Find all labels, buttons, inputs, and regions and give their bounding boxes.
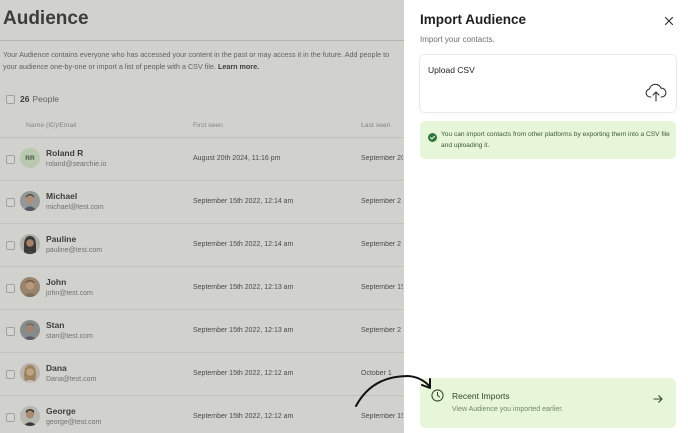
upload-csv-label: Upload CSV (428, 65, 475, 75)
recent-imports-button[interactable]: Recent Imports View Audience you importe… (420, 378, 676, 428)
info-text: You can import contacts from other platf… (441, 131, 670, 149)
clock-icon (431, 389, 444, 402)
cloud-upload-icon (644, 80, 668, 104)
info-notice: You can import contacts from other platf… (420, 121, 676, 159)
modal-backdrop[interactable] (0, 0, 404, 433)
upload-csv-button[interactable]: Upload CSV (420, 55, 676, 112)
panel-title: Import Audience (420, 12, 527, 27)
recent-imports-title: Recent Imports (452, 391, 510, 401)
import-audience-panel: Import Audience Import your contacts. Up… (404, 0, 688, 433)
recent-imports-subtitle: View Audience you imported earlier. (452, 406, 564, 413)
arrow-right-icon (653, 391, 663, 403)
panel-subtitle: Import your contacts. (420, 35, 495, 44)
close-icon[interactable] (663, 14, 675, 26)
check-circle-icon (428, 129, 437, 142)
